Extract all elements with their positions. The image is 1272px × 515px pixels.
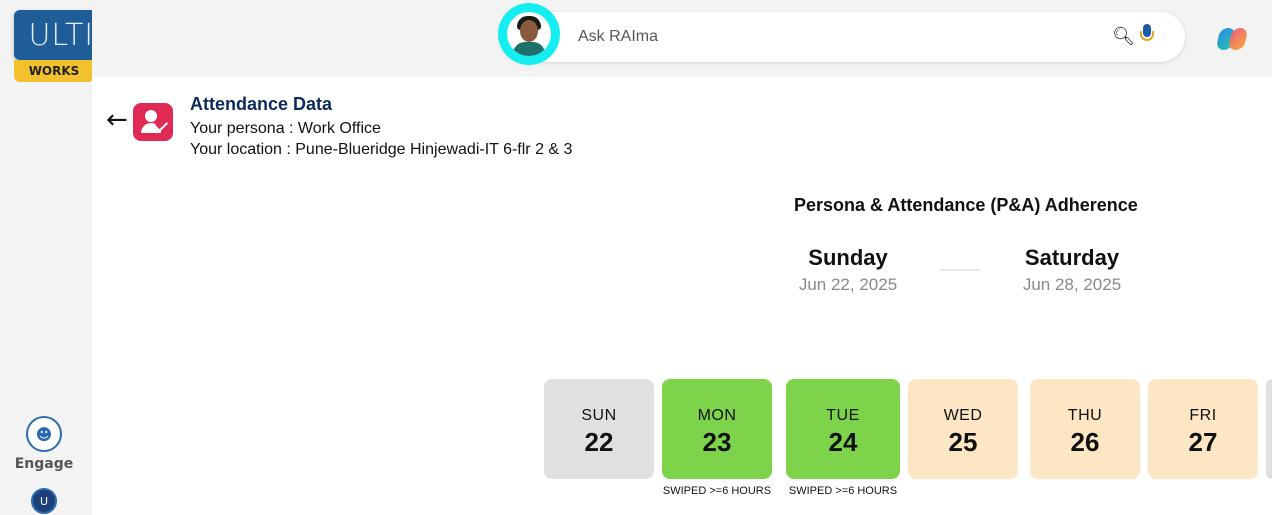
day-name: WED: [943, 406, 983, 424]
day-card-thu[interactable]: THU 26: [1030, 379, 1140, 479]
avatar: [507, 12, 551, 56]
search-input[interactable]: Ask RAIma: [578, 28, 658, 46]
range-end-day: Saturday: [1024, 245, 1120, 270]
page-title: Attendance Data: [190, 94, 333, 114]
sidebar-item-network[interactable]: U: [0, 488, 88, 514]
engage-icon: ☻: [26, 416, 62, 452]
day-number: 26: [1070, 426, 1100, 457]
day-number: 24: [828, 426, 858, 457]
day-status-tue: SWIPED >=6 HOURS: [788, 485, 898, 497]
sidebar-item-engage[interactable]: ☻ Engage: [0, 416, 88, 472]
day-card-fri[interactable]: FRI 27: [1148, 379, 1258, 479]
day-name: SUN: [581, 406, 617, 424]
back-arrow-icon[interactable]: ←: [106, 107, 128, 133]
search-icon[interactable]: 🔍︎: [1112, 26, 1135, 47]
persona-line: Your persona : Work Office: [190, 120, 381, 137]
day-card-mon[interactable]: MON 23: [662, 379, 772, 479]
range-separator: [940, 269, 980, 271]
day-number: 23: [702, 426, 732, 457]
day-card-wed[interactable]: WED 25: [908, 379, 1018, 479]
day-name: MON: [697, 406, 737, 424]
day-status-mon: SWIPED >=6 HOURS: [662, 485, 772, 497]
range-start-date: Jun 22, 2025: [798, 275, 898, 294]
day-number: 27: [1188, 426, 1218, 457]
attendance-icon: [133, 103, 173, 141]
ultima-network-icon: U: [31, 488, 57, 514]
day-name: THU: [1067, 406, 1103, 424]
day-card-sat-partial[interactable]: [1266, 379, 1272, 479]
day-number: 25: [948, 426, 978, 457]
sidebar-item-label: Engage: [14, 456, 74, 472]
works-tag: WORKS: [14, 60, 94, 82]
day-card-tue[interactable]: TUE 24: [786, 379, 900, 479]
raima-avatar[interactable]: [498, 3, 560, 65]
day-name: FRI: [1189, 406, 1217, 424]
microphone-icon[interactable]: [1140, 24, 1154, 48]
sidebar: ULTIMA WORKS ☻ Engage U: [0, 0, 157, 515]
day-number: 22: [584, 426, 614, 457]
adherence-title: Persona & Attendance (P&A) Adherence: [794, 195, 1138, 215]
top-bar: Ask RAIma 🔍︎: [92, 0, 1272, 77]
search-bar[interactable]: Ask RAIma 🔍︎: [500, 12, 1185, 62]
main-panel: ← Attendance Data Your persona : Work Of…: [92, 77, 1272, 515]
range-start-day: Sunday: [808, 245, 888, 270]
range-end-date: Jun 28, 2025: [1022, 275, 1122, 294]
day-name: TUE: [826, 406, 860, 424]
copilot-icon[interactable]: [1215, 24, 1249, 54]
day-card-sun[interactable]: SUN 22: [544, 379, 654, 479]
location-line: Your location : Pune-Blueridge Hinjewadi…: [190, 141, 573, 158]
